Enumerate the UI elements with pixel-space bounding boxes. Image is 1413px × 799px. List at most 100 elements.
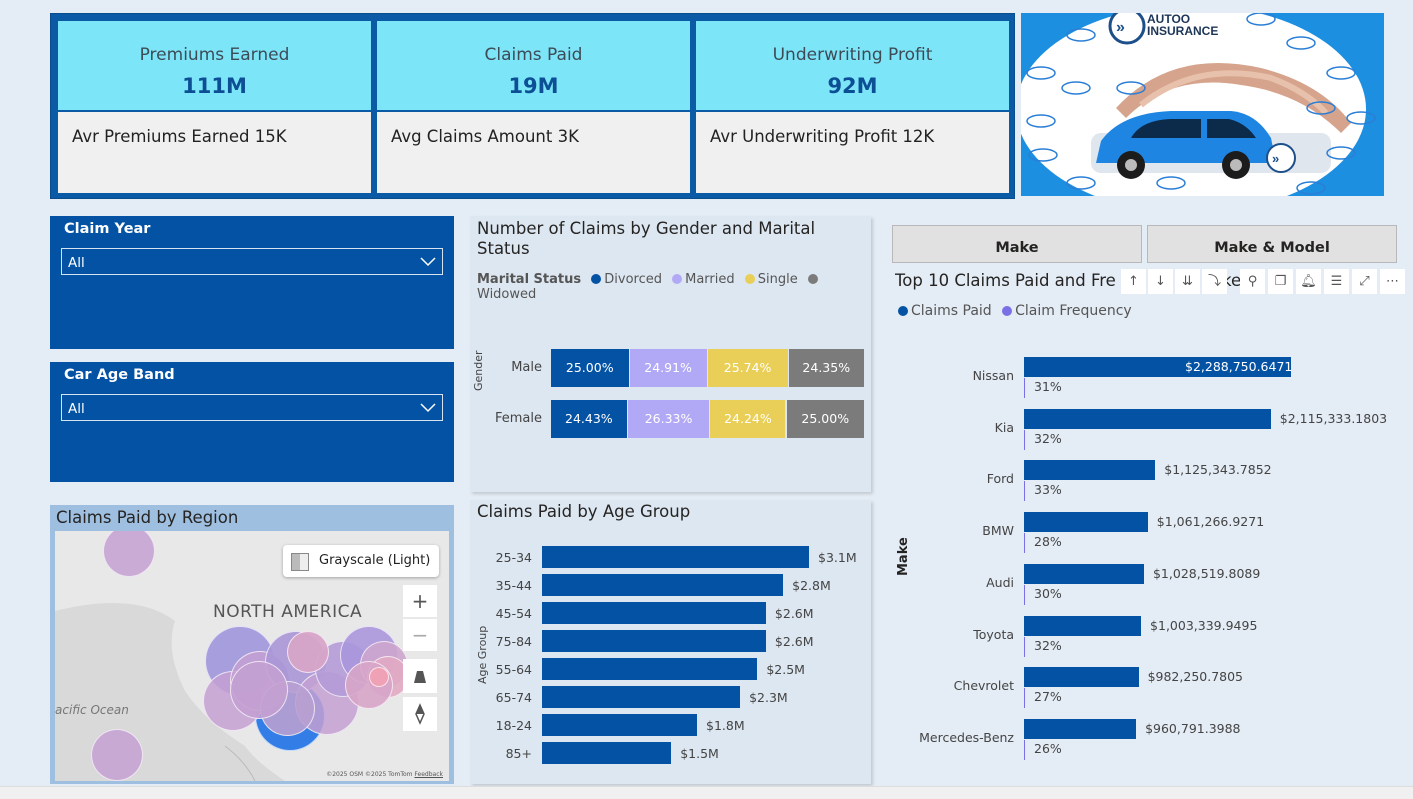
bar-segment: 25.74%: [707, 349, 788, 387]
data-label: $2.6M: [774, 634, 814, 649]
map-feedback-link[interactable]: Feedback: [414, 771, 443, 778]
data-label: $1,028,519.8089: [1152, 565, 1261, 581]
frequency-label: 32%: [1034, 430, 1062, 446]
data-label: $1,125,343.7852: [1164, 462, 1272, 478]
logo-text-2: INSURANCE: [1147, 24, 1218, 38]
zoom-in-button[interactable]: +: [403, 585, 437, 617]
kpi-card-claims: Claims Paid 19M Avg Claims Amount 3K: [377, 21, 690, 193]
kpi-panel: Premiums Earned 111M Avr Premiums Earned …: [50, 13, 1015, 199]
category-label: Kia: [994, 419, 1014, 435]
category-label: 55-64: [495, 662, 532, 677]
gender-marital-chart: Number of Claims by Gender and Marital S…: [470, 216, 871, 492]
make-model-button[interactable]: Make & Model: [1147, 225, 1397, 263]
category-label: Mercedes-Benz: [919, 729, 1014, 745]
map-bubble[interactable]: [91, 729, 143, 781]
frequency-label: 30%: [1034, 585, 1062, 601]
claim-year-dropdown[interactable]: All: [61, 248, 443, 275]
map-bubble[interactable]: [287, 631, 329, 673]
category-label: 35-44: [495, 578, 532, 593]
plot-area: Nissan $2,288,750.6471 31% Kia $2,115,333.18…: [888, 266, 1406, 784]
bar: [1024, 460, 1156, 481]
frequency-label: 33%: [1034, 482, 1062, 498]
category-label: Toyota: [973, 626, 1014, 642]
data-label: $2.5M: [766, 662, 805, 677]
data-label: $1,061,266.9271: [1156, 514, 1265, 530]
bar-segment: 24.91%: [629, 349, 707, 387]
frequency-bar: [1024, 378, 1025, 398]
chevron-down-icon: [420, 403, 436, 413]
make-button[interactable]: Make: [892, 225, 1142, 263]
car-age-band-dropdown[interactable]: All: [61, 394, 443, 421]
age-group-chart: Claims Paid by Age Group Age Group 25-34…: [470, 500, 871, 784]
frequency-label: 31%: [1034, 379, 1062, 394]
bar-segment: 25.00%: [551, 349, 629, 387]
bar: [542, 546, 809, 568]
kpi-sub: Avg Claims Amount 3K: [377, 110, 690, 193]
dropdown-value: All: [68, 401, 85, 417]
map-style-button[interactable]: Grayscale (Light): [283, 545, 439, 577]
plot-area: Male 25.00% 24.91% 25.74% 24.35% Female 24.43%…: [470, 216, 871, 492]
kpi-label: Claims Paid: [484, 45, 583, 65]
drill-down-icon[interactable]: ↓: [1148, 269, 1173, 294]
bar: [542, 742, 672, 764]
data-label: $2,288,750.6471: [1185, 359, 1293, 374]
map-canvas[interactable]: NORTH AMERICA acific Ocean Grayscale (Li…: [55, 531, 449, 781]
expand-next-level-icon[interactable]: ⤵: [1202, 269, 1227, 294]
zoom-out-button[interactable]: −: [403, 619, 437, 651]
map-bubble[interactable]: [369, 667, 389, 687]
top10-chart: Top 10 Claims Paid and Fre ke Claims Pai…: [888, 266, 1406, 784]
bell-icon[interactable]: 🔔︎: [1296, 269, 1321, 294]
slicer-claim-year: Claim Year All: [50, 216, 454, 349]
kpi-card-profit: Underwriting Profit 92M Avr Underwriting …: [696, 21, 1009, 193]
compass-icon: [415, 703, 425, 725]
frequency-bar: [1024, 688, 1025, 709]
frequency-bar: [1024, 636, 1025, 657]
bar: [542, 574, 784, 596]
focus-mode-icon[interactable]: ⤢: [1352, 269, 1377, 294]
category-label: 65-74: [495, 690, 532, 705]
expand-all-icon[interactable]: ⇊: [1175, 269, 1200, 294]
pin-icon[interactable]: ⚲: [1240, 269, 1265, 294]
bar: [542, 630, 766, 652]
compass-button[interactable]: [403, 697, 437, 731]
kpi-label: Premiums Earned: [139, 45, 290, 65]
data-label: $982,250.7805: [1147, 669, 1244, 685]
map-attribution: ©2025 OSM ©2025 TomTom Feedback: [326, 771, 443, 778]
svg-text:»: »: [1116, 19, 1125, 36]
category-label: BMW: [982, 523, 1014, 539]
kpi-sub: Avr Underwriting Profit 12K: [696, 110, 1009, 193]
bar: [542, 714, 698, 736]
frequency-bar: [1024, 533, 1025, 554]
kpi-value: 19M: [508, 74, 559, 98]
bar-segment: 26.33%: [627, 400, 710, 438]
map-bubble[interactable]: [230, 661, 288, 719]
bar-segment: 25.00%: [786, 400, 864, 438]
drill-up-icon[interactable]: ↑: [1121, 269, 1146, 294]
map-bubble[interactable]: [345, 661, 393, 709]
frequency-label: 27%: [1034, 689, 1062, 705]
data-label: $1.5M: [680, 746, 719, 761]
category-label: 85+: [505, 746, 532, 761]
bar: [542, 602, 766, 624]
frequency-bar: [1024, 584, 1025, 605]
filter-icon[interactable]: ☰: [1324, 269, 1349, 294]
bar: [1024, 563, 1144, 584]
more-options-icon[interactable]: ⋯: [1380, 269, 1405, 294]
category-label: Nissan: [972, 368, 1014, 383]
category-label: 45-54: [495, 606, 532, 621]
kpi-card-premiums: Premiums Earned 111M Avr Premiums Earned …: [58, 21, 371, 193]
status-strip: [0, 786, 1413, 799]
bar: [542, 686, 741, 708]
bar: [1024, 512, 1148, 533]
category-label: Female: [494, 411, 542, 426]
dropdown-value: All: [68, 255, 85, 271]
kpi-label: Underwriting Profit: [772, 45, 933, 65]
category-label: 18-24: [495, 718, 532, 733]
data-label: $1,003,339.9495: [1150, 617, 1258, 633]
tilt-button[interactable]: [403, 659, 437, 693]
data-label: $2.8M: [792, 578, 831, 593]
frequency-label: 26%: [1034, 740, 1062, 756]
copy-icon[interactable]: ❐: [1268, 269, 1293, 294]
map-panel: Claims Paid by Region NORTH AMERICA acif…: [50, 505, 454, 784]
category-label: Audi: [986, 574, 1014, 590]
